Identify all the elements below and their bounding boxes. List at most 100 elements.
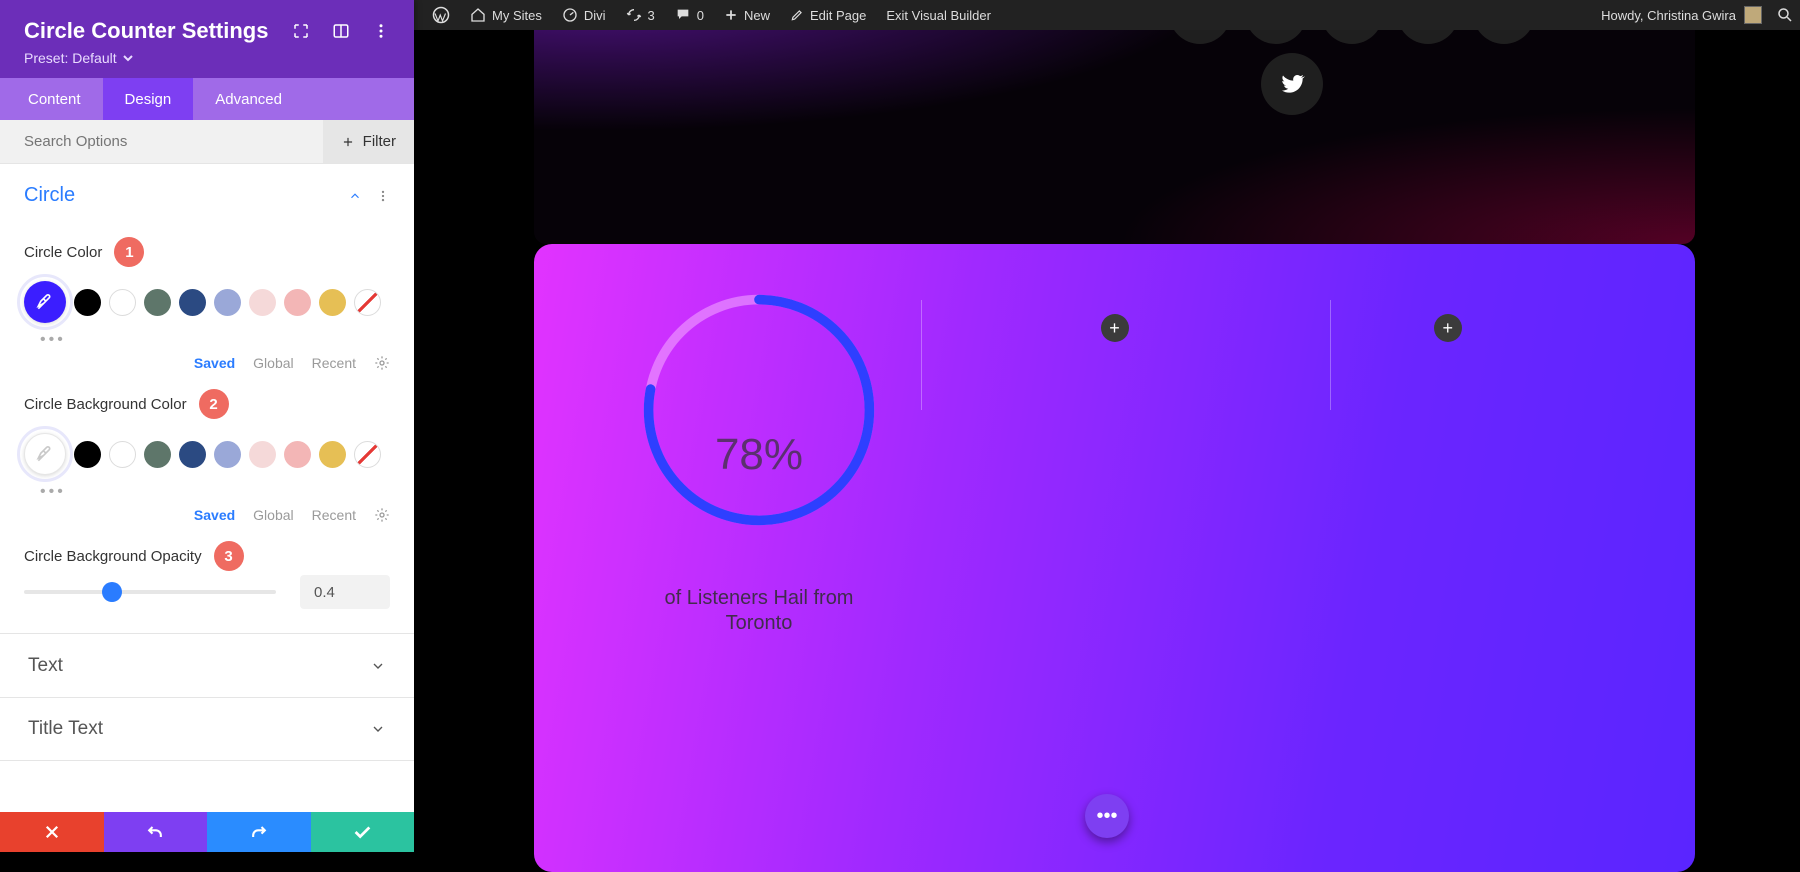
tab-content[interactable]: Content	[0, 78, 103, 120]
swatch-black[interactable]	[74, 441, 101, 468]
eyedropper-button[interactable]	[24, 433, 66, 475]
column-separator	[1330, 300, 1331, 410]
revisions-count: 3	[648, 8, 655, 23]
more-swatches-button[interactable]: •••	[0, 477, 414, 501]
section-title-text-label: Title Text	[28, 718, 103, 740]
cancel-button[interactable]	[0, 812, 104, 852]
hero-section	[534, 0, 1695, 244]
swatch-transparent[interactable]	[354, 441, 381, 468]
swatch-periwinkle[interactable]	[214, 289, 241, 316]
filter-button[interactable]: Filter	[323, 120, 414, 163]
mode-global[interactable]: Global	[253, 355, 293, 371]
slider-thumb[interactable]	[102, 582, 122, 602]
swatch-olive[interactable]	[144, 289, 171, 316]
column-separator	[921, 300, 922, 410]
check-icon	[351, 821, 373, 843]
swatch-navy[interactable]	[179, 441, 206, 468]
circle-counter-module[interactable]: 78% of Listeners Hail from Toronto	[639, 290, 879, 530]
palette-mode-row: Saved Global Recent	[0, 349, 414, 371]
plus-icon	[341, 135, 355, 149]
social-twitter[interactable]	[1261, 53, 1323, 115]
gear-icon[interactable]	[374, 355, 390, 371]
swatch-pink[interactable]	[284, 441, 311, 468]
adminbar-divi[interactable]: Divi	[552, 0, 616, 30]
swatch-gold[interactable]	[319, 289, 346, 316]
eyedropper-icon	[35, 292, 55, 312]
preset-label: Preset: Default	[24, 50, 117, 66]
chevron-up-icon[interactable]	[348, 189, 362, 203]
mode-saved[interactable]: Saved	[194, 355, 235, 371]
save-button[interactable]	[311, 812, 415, 852]
panel-header: Circle Counter Settings Preset: Default	[0, 0, 414, 78]
redo-button[interactable]	[207, 812, 311, 852]
undo-button[interactable]	[104, 812, 208, 852]
swatch-gold[interactable]	[319, 441, 346, 468]
counter-caption: of Listeners Hail from Toronto	[639, 586, 879, 636]
refresh-icon	[626, 7, 642, 23]
swatch-pink[interactable]	[284, 289, 311, 316]
new-label: New	[744, 8, 770, 23]
plus-icon	[724, 8, 738, 22]
panel-scroll-area[interactable]: Circle Circle Color 1	[0, 164, 414, 812]
adminbar-new[interactable]: New	[714, 0, 780, 30]
preview-canvas: + + 78% of Listeners Hail from Toronto •…	[414, 30, 1800, 852]
opacity-slider[interactable]	[24, 590, 276, 594]
wp-logo[interactable]	[422, 0, 460, 30]
more-swatches-button[interactable]: •••	[0, 325, 414, 349]
more-icon[interactable]	[372, 22, 390, 40]
preset-selector[interactable]: Preset: Default	[24, 50, 268, 66]
expand-icon[interactable]	[292, 22, 310, 40]
adminbar-edit-page[interactable]: Edit Page	[780, 0, 876, 30]
label-circle-color: Circle Color	[24, 244, 102, 261]
wordpress-icon	[432, 6, 450, 24]
swatch-periwinkle[interactable]	[214, 441, 241, 468]
exit-vb-label: Exit Visual Builder	[886, 8, 991, 23]
tab-design[interactable]: Design	[103, 78, 194, 120]
swatch-blush[interactable]	[249, 441, 276, 468]
chevron-down-icon	[370, 721, 386, 737]
gear-icon[interactable]	[374, 507, 390, 523]
gradient-section: + + 78% of Listeners Hail from Toronto	[534, 244, 1695, 872]
swatch-white[interactable]	[109, 289, 136, 316]
panel-header-icons	[292, 22, 390, 40]
palette-mode-row: Saved Global Recent	[0, 501, 414, 523]
edit-page-label: Edit Page	[810, 8, 866, 23]
section-text[interactable]: Text	[0, 633, 414, 697]
swatch-blush[interactable]	[249, 289, 276, 316]
adminbar-revisions[interactable]: 3	[616, 0, 665, 30]
builder-fab[interactable]: •••	[1085, 794, 1129, 838]
search-input[interactable]	[24, 133, 323, 150]
adminbar-comments[interactable]: 0	[665, 0, 714, 30]
columns-icon[interactable]	[332, 22, 350, 40]
mode-saved[interactable]: Saved	[194, 507, 235, 523]
adminbar-search[interactable]	[1770, 0, 1800, 30]
adminbar-my-sites[interactable]: My Sites	[460, 0, 552, 30]
comments-count: 0	[697, 8, 704, 23]
comment-icon	[675, 7, 691, 23]
panel-tabs: Content Design Advanced	[0, 78, 414, 120]
mode-global[interactable]: Global	[253, 507, 293, 523]
badge-1: 1	[114, 237, 144, 267]
chevron-down-icon	[123, 53, 133, 63]
section-title-text[interactable]: Title Text	[0, 697, 414, 761]
swatch-navy[interactable]	[179, 289, 206, 316]
opacity-value[interactable]: 0.4	[300, 575, 390, 609]
swatch-black[interactable]	[74, 289, 101, 316]
add-module-button[interactable]: +	[1101, 314, 1129, 342]
mode-recent[interactable]: Recent	[312, 507, 356, 523]
add-module-button[interactable]: +	[1434, 314, 1462, 342]
swatch-olive[interactable]	[144, 441, 171, 468]
wp-adminbar: My Sites Divi 3 0 New Edit Page Exit Vis…	[414, 0, 1800, 30]
swatch-transparent[interactable]	[354, 289, 381, 316]
tab-advanced[interactable]: Advanced	[193, 78, 304, 120]
label-circle-bg-color: Circle Background Color	[24, 396, 187, 413]
adminbar-exit-vb[interactable]: Exit Visual Builder	[876, 0, 1001, 30]
eyedropper-button[interactable]	[24, 281, 66, 323]
undo-icon	[145, 822, 165, 842]
more-icon[interactable]	[376, 189, 390, 203]
section-header-circle[interactable]: Circle	[0, 164, 414, 219]
swatch-row-circle-color	[24, 281, 390, 323]
mode-recent[interactable]: Recent	[312, 355, 356, 371]
adminbar-howdy[interactable]: Howdy, Christina Gwira	[1593, 6, 1770, 24]
swatch-white[interactable]	[109, 441, 136, 468]
